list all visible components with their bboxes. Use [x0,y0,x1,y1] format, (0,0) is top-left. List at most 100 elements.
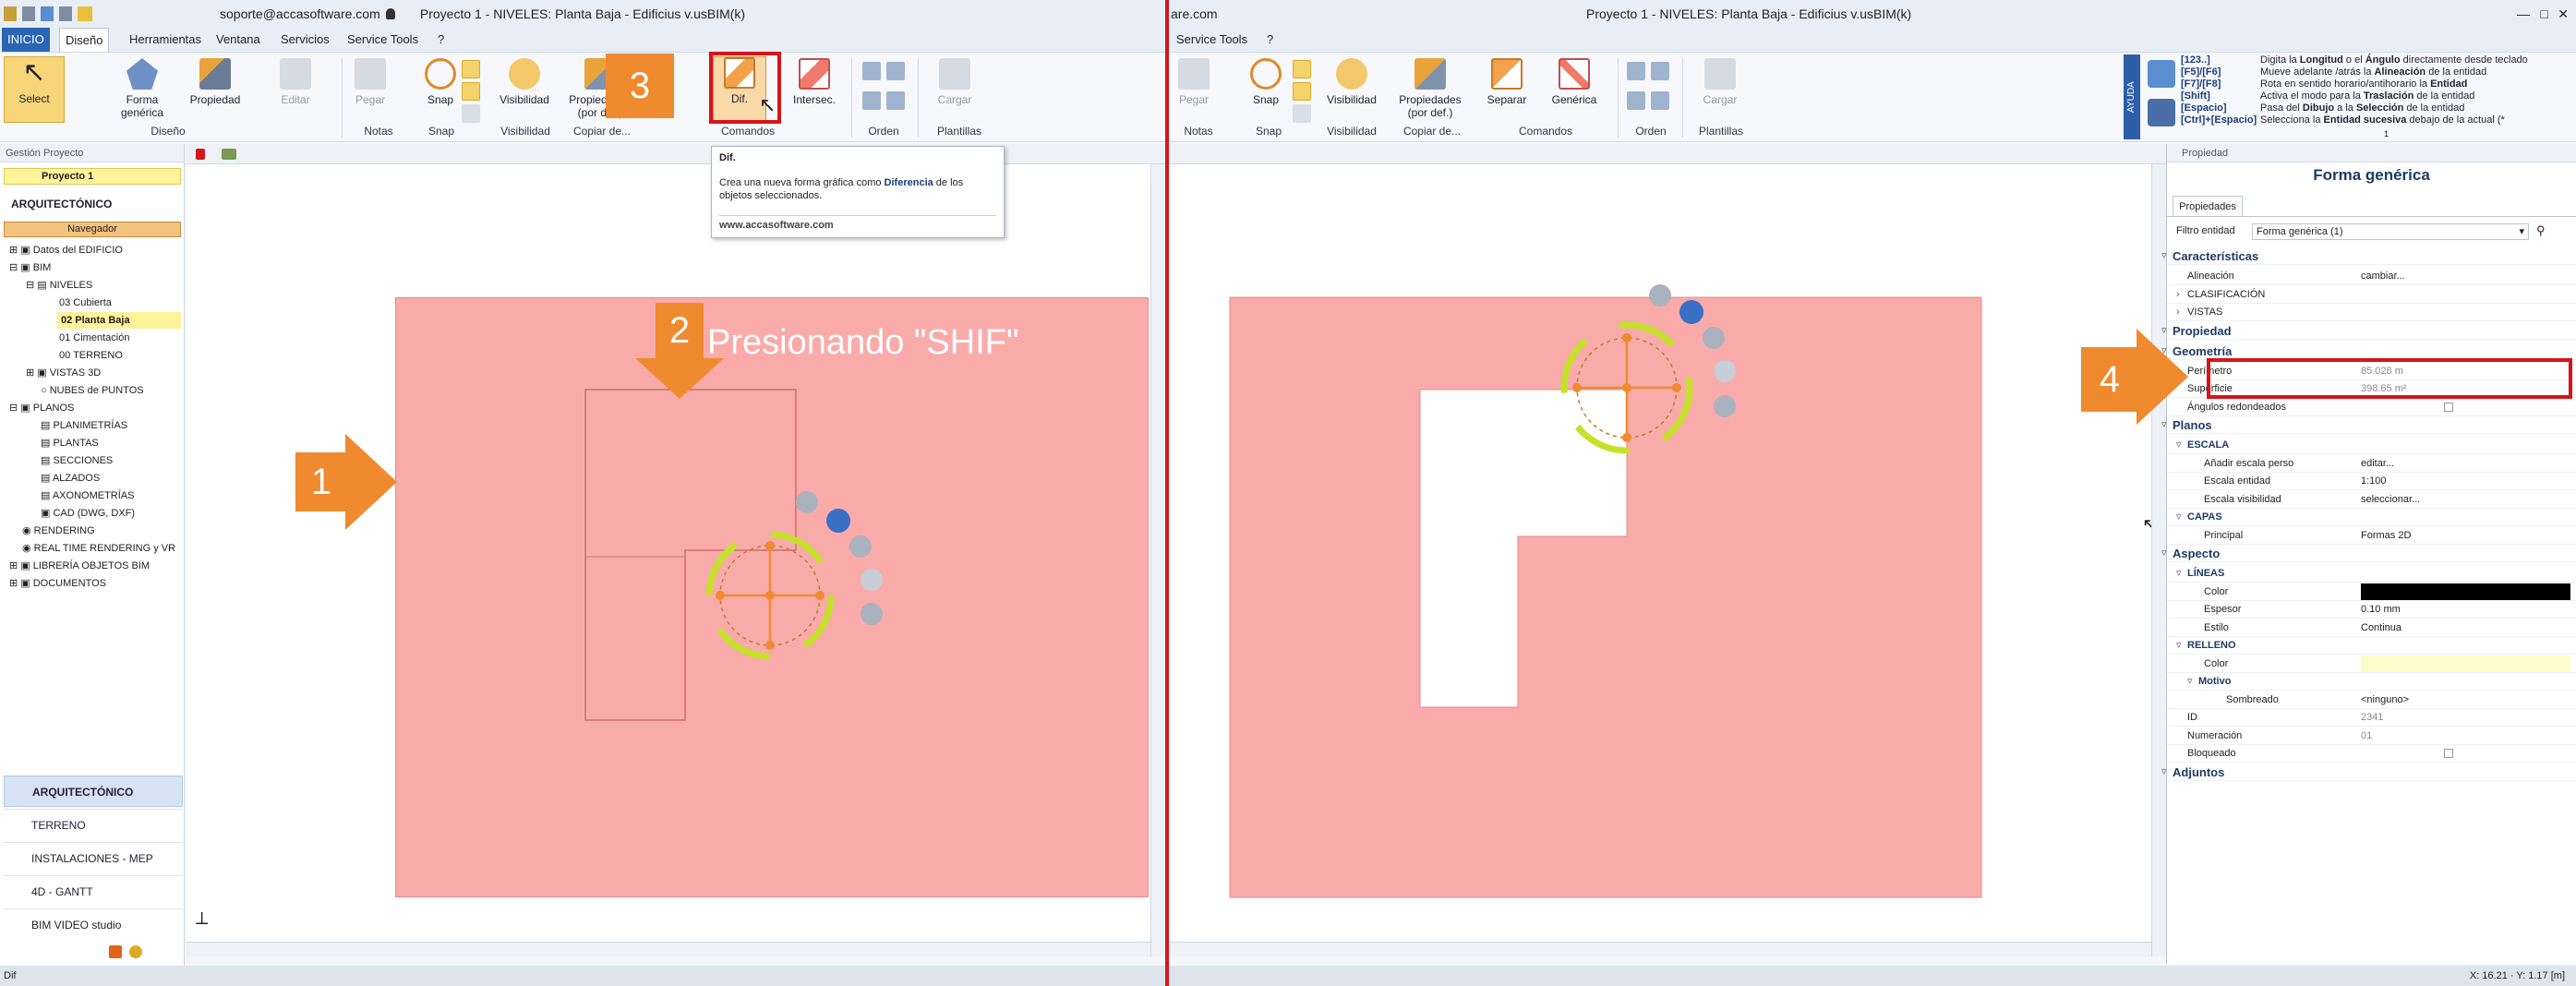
property-row[interactable]: Sombreado <ninguno> [2167,691,2576,709]
tree-item-planos[interactable]: ⊟ ▣ PLANOS [9,400,74,416]
view-options-icon[interactable] [222,149,236,160]
property-value[interactable]: 01 [2361,727,2570,744]
horizontal-scrollbar[interactable] [1169,942,2151,956]
tab-help[interactable]: ? [432,28,450,52]
property-row[interactable]: Principal Formas 2D [2167,527,2576,545]
grid-toggle-icon[interactable] [1293,82,1311,101]
tree-item-real-time[interactable]: ◉ REAL TIME RENDERING y VR [22,540,175,557]
checkbox[interactable] [2444,402,2453,412]
expand-icon[interactable]: ▿ [2176,509,2182,526]
property-row[interactable]: ▿ ESCALA [2167,437,2576,454]
tab-service-tools[interactable]: Service Tools [342,28,424,52]
generica-button[interactable]: Genérica [1544,58,1605,128]
pegar-button[interactable]: Pegar [347,58,393,128]
tab-inicio[interactable]: INICIO [2,28,50,52]
ortho-toggle-icon[interactable] [1293,104,1311,123]
snap-button[interactable]: Snap [1243,58,1289,128]
property-row[interactable]: ▿ Propiedad [2161,322,2576,340]
tab-herramientas[interactable]: Herramientas [124,28,207,52]
tab-help[interactable]: ? [1261,28,1279,52]
editar-button[interactable]: Editar [268,58,323,128]
navigator-bar[interactable]: Navegador [4,222,181,237]
property-row[interactable]: Alineación cambiar... [2167,268,2576,285]
expand-icon[interactable]: ▿ [2161,764,2167,781]
expand-icon[interactable]: › [2176,286,2180,304]
checkbox[interactable] [2444,749,2453,758]
tree-item-cubierta[interactable]: 03 Cubierta [59,295,112,311]
tree-item-terreno[interactable]: 00 TERRENO [59,347,123,364]
expand-icon[interactable]: › [2176,304,2180,321]
bottom-nav-mep[interactable]: INSTALACIONES - MEP [4,842,183,873]
tree-item-niveles[interactable]: ⊟ ▤ NIVELES [26,277,92,294]
bottom-nav-arquitectonico[interactable]: ARQUITECTÓNICO [4,776,183,807]
property-value[interactable]: 2341 [2361,709,2570,726]
tree-item-planimetrias[interactable]: ▤ PLANIMETRÍAS [41,417,127,434]
property-row[interactable]: Ángulos redondeados [2167,399,2576,416]
cargar-button[interactable]: Cargar [927,58,982,128]
select-button[interactable]: ↖ Select [4,56,65,123]
order-forward-icon[interactable] [1651,62,1669,80]
property-value[interactable]: Formas 2D [2361,527,2570,544]
maximize-icon[interactable]: □ [2541,0,2548,28]
tab-ventana[interactable]: Ventana [211,28,266,52]
tree-item-bim[interactable]: ⊟ ▣ BIM [9,259,51,276]
property-row[interactable]: ▿ Motivo [2167,673,2576,691]
expand-icon[interactable]: ▿ [2187,673,2193,691]
property-row[interactable]: ▿ Características [2161,247,2576,265]
property-value[interactable]: editar... [2361,455,2570,472]
bottom-nav-gantt[interactable]: 4D - GANTT [4,875,183,907]
property-row[interactable]: ▿ Adjuntos [2161,764,2576,781]
tree-item-libreria[interactable]: ⊞ ▣ LIBRERÍA OBJETOS BIM [9,558,150,574]
drawing-canvas[interactable]: ⟂ [187,164,1165,956]
intersec-button[interactable]: Intersec. [787,58,842,128]
tree-item-cimentacion[interactable]: 01 Cimentación [59,330,129,346]
tree-item-axonometrias[interactable]: ▤ AXONOMETRÍAS [41,487,134,504]
pegar-button[interactable]: Pegar [1171,58,1217,128]
shape-outline[interactable] [187,164,1165,956]
tree-item-rendering[interactable]: ◉ RENDERING [22,523,95,539]
property-value[interactable]: 1:100 [2361,473,2570,489]
tree-item-alzados[interactable]: ▤ ALZADOS [41,470,100,487]
property-row[interactable]: ID 2341 [2167,709,2576,727]
property-row[interactable]: ▿ Aspecto [2161,545,2576,562]
bottom-nav-video[interactable]: BIM VIDEO studio [4,908,183,940]
tab-service-tools[interactable]: Service Tools [1171,28,1253,52]
order-back-icon[interactable] [862,91,881,110]
property-value[interactable] [2361,745,2570,762]
property-value[interactable]: seleccionar... [2361,491,2570,508]
settings-icon[interactable] [129,945,142,958]
visibilidad-button[interactable]: Visibilidad [489,58,560,128]
order-backward-icon[interactable] [1651,91,1669,110]
project-name[interactable]: Proyecto 1 [4,168,181,185]
separar-button[interactable]: Separar [1477,58,1536,128]
grid-toggle-icon[interactable] [462,82,480,101]
close-icon[interactable]: ✕ [2558,0,2569,28]
minimize-icon[interactable]: — [2517,0,2530,28]
tree-item-secciones[interactable]: ▤ SECCIONES [41,452,113,469]
visibilidad-button[interactable]: Visibilidad [1317,58,1387,128]
property-row[interactable]: › VISTAS [2167,304,2576,321]
snap-button[interactable]: Snap [417,58,463,128]
property-row[interactable]: ▿ CAPAS [2167,509,2576,526]
property-row[interactable]: ▿ Planos [2161,416,2576,434]
drawing-canvas[interactable]: ↖ [1169,164,2166,956]
property-row[interactable]: Añadir escala perso editar... [2167,455,2576,473]
filter-select[interactable]: Forma genérica (1) ▾ [2252,223,2529,240]
forma-generica-button[interactable]: Forma genérica [111,58,174,128]
tree-item-planta-baja[interactable]: 02 Planta Baja [57,312,181,329]
result-shape[interactable] [1169,164,2166,956]
property-row[interactable]: Numeración 01 [2167,727,2576,745]
property-row[interactable]: ▿ Geometría [2161,343,2576,360]
vertical-scrollbar[interactable] [1150,164,1165,956]
property-value[interactable] [2361,399,2570,415]
property-row[interactable]: Color [2167,655,2576,673]
snap-toggle-icon[interactable] [462,60,480,78]
powerpoint-icon[interactable] [109,945,122,958]
pin-icon[interactable] [196,149,205,160]
cargar-button[interactable]: Cargar [1691,58,1749,128]
property-value[interactable]: cambiar... [2361,268,2570,284]
property-row[interactable]: Escala entidad 1:100 [2167,473,2576,490]
tree-item-nubes[interactable]: ○ NUBES de PUNTOS [41,382,144,399]
expand-icon[interactable]: ▿ [2176,637,2182,655]
tree-item-cad[interactable]: ▣ CAD (DWG, DXF) [41,505,135,522]
